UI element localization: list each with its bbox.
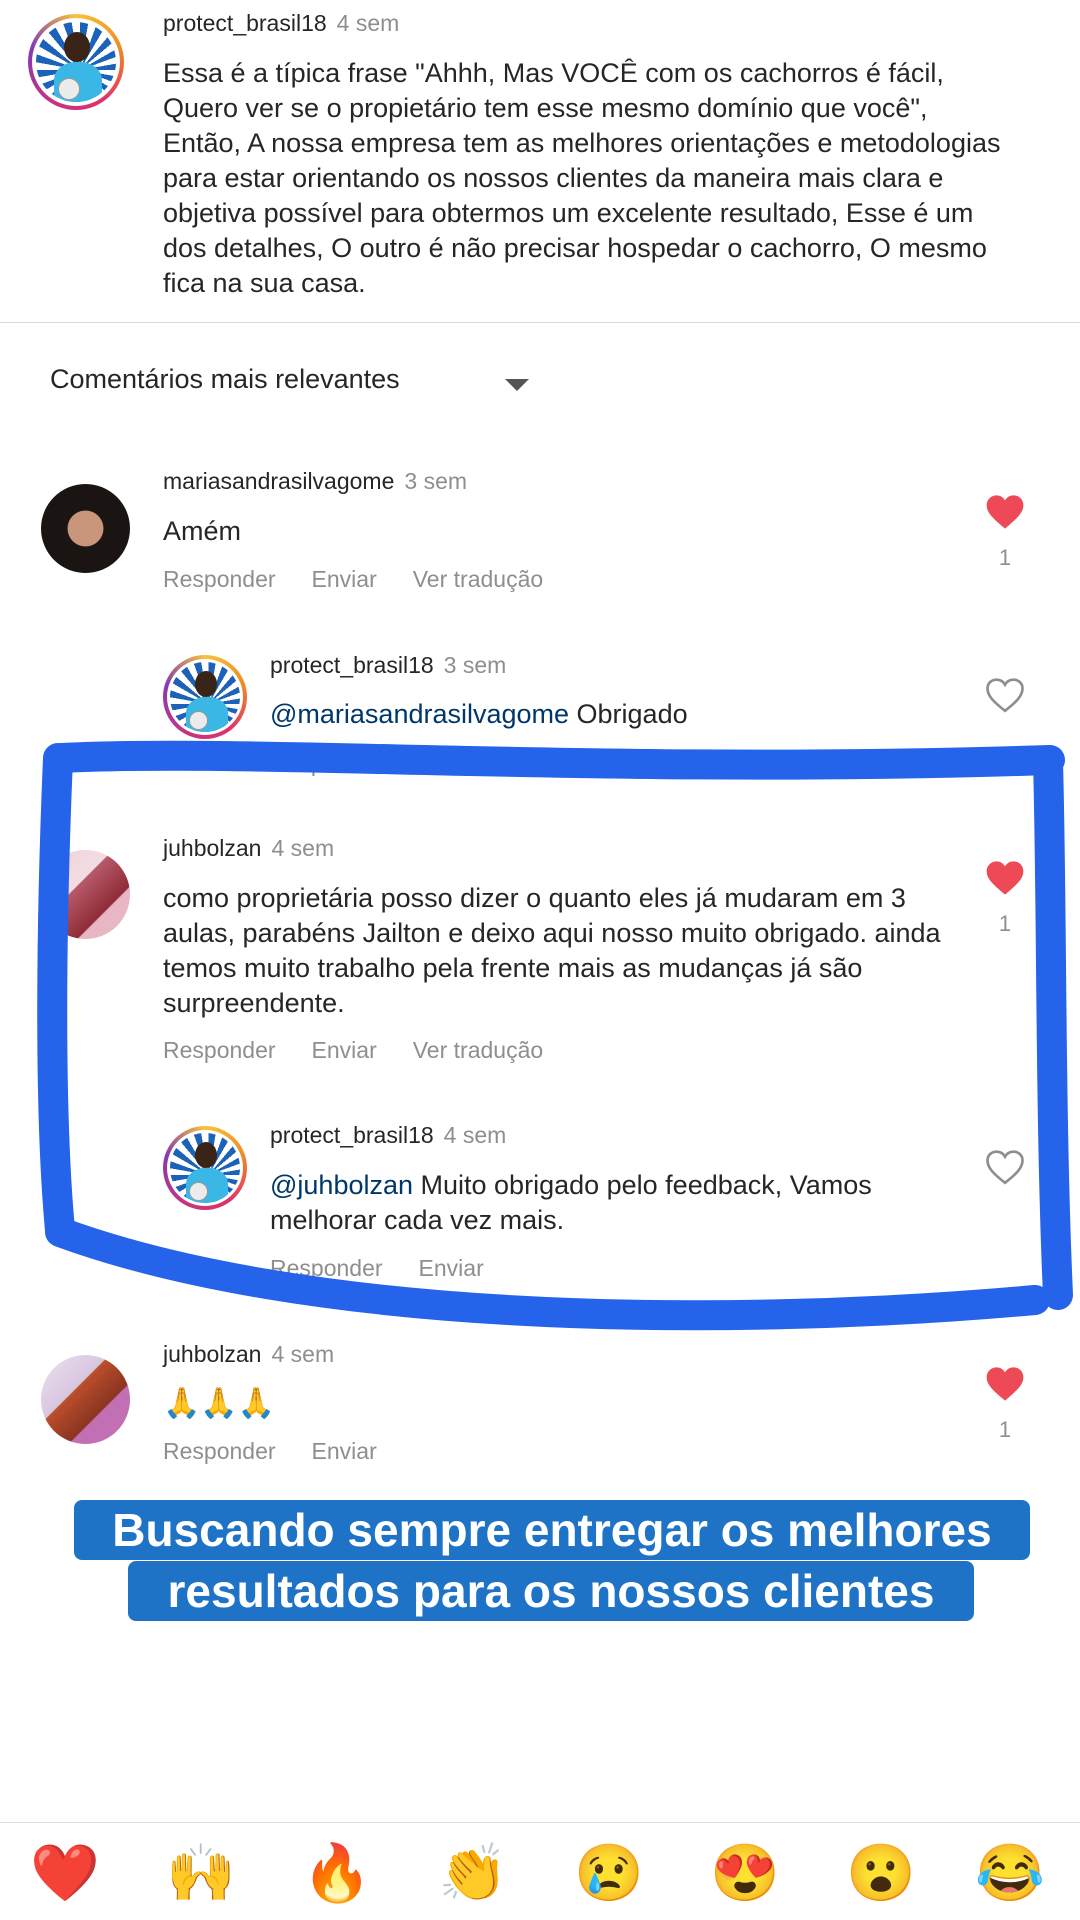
heart-filled-icon[interactable] bbox=[985, 1365, 1025, 1403]
comment-username[interactable]: juhbolzan bbox=[163, 1341, 261, 1367]
surprised-face-emoji[interactable]: 😮 bbox=[846, 1841, 916, 1905]
banner-line-2: resultados para os nossos clientes bbox=[128, 1561, 974, 1621]
heart-eyes-emoji[interactable]: 😍 bbox=[710, 1841, 780, 1905]
comment-username[interactable]: juhbolzan bbox=[163, 835, 261, 861]
tears-of-joy-emoji[interactable]: 😂 bbox=[975, 1841, 1045, 1905]
heart-outline-icon[interactable] bbox=[985, 676, 1025, 714]
send-button[interactable]: Enviar bbox=[312, 566, 377, 592]
mention-link[interactable]: @juhbolzan bbox=[270, 1170, 413, 1200]
comment-username[interactable]: mariasandrasilvagome bbox=[163, 468, 394, 494]
emoji-reaction-bar: ❤️ 🙌 🔥 👏 😢 😍 😮 😂 bbox=[0, 1822, 1080, 1920]
comment-time: 3 sem bbox=[404, 468, 468, 494]
banner-line-1: Buscando sempre entregar os melhores bbox=[74, 1500, 1030, 1560]
comment-time: 4 sem bbox=[271, 835, 335, 861]
avatar[interactable] bbox=[41, 1355, 130, 1444]
reply-button[interactable]: Responder bbox=[163, 566, 276, 592]
like-count: 1 bbox=[998, 545, 1012, 570]
avatar[interactable] bbox=[170, 662, 240, 732]
comment-username[interactable]: protect_brasil18 bbox=[270, 1122, 434, 1148]
reply-button[interactable]: Responder bbox=[270, 1255, 383, 1281]
comment-text: como proprietária posso dizer o quanto e… bbox=[163, 883, 941, 1018]
caption-time: 4 sem bbox=[336, 10, 400, 36]
heart-filled-icon[interactable] bbox=[985, 493, 1025, 531]
see-translation-button[interactable]: Ver tradução bbox=[413, 1037, 543, 1063]
comment-time: 4 sem bbox=[443, 1122, 507, 1148]
reply-button[interactable]: Responder bbox=[270, 750, 383, 776]
avatar[interactable] bbox=[170, 1133, 240, 1203]
sort-label: Comentários mais relevantes bbox=[50, 364, 400, 394]
comment-time: 3 sem bbox=[443, 652, 507, 678]
comment-text: 🙏🙏🙏 bbox=[163, 1387, 276, 1420]
caption-username[interactable]: protect_brasil18 bbox=[163, 10, 327, 36]
like-count: 1 bbox=[998, 911, 1012, 936]
raising-hands-emoji[interactable]: 🙌 bbox=[166, 1841, 236, 1905]
send-button[interactable]: Enviar bbox=[312, 1438, 377, 1464]
send-button[interactable]: Enviar bbox=[312, 1037, 377, 1063]
caret-down-icon[interactable] bbox=[505, 379, 529, 391]
comment-text: Amém bbox=[163, 516, 242, 546]
fire-emoji[interactable]: 🔥 bbox=[302, 1841, 372, 1905]
heart-emoji[interactable]: ❤️ bbox=[30, 1841, 100, 1905]
mention-link[interactable]: @mariasandrasilvagome bbox=[270, 699, 569, 729]
avatar[interactable] bbox=[36, 22, 116, 102]
reply-button[interactable]: Responder bbox=[163, 1037, 276, 1063]
see-translation-button[interactable]: Ver tradução bbox=[413, 566, 543, 592]
send-button[interactable]: Enviar bbox=[419, 750, 484, 776]
like-count: 1 bbox=[998, 1417, 1012, 1442]
comment-username[interactable]: protect_brasil18 bbox=[270, 652, 434, 678]
caption-text: Essa é a típica frase "Ahhh, Mas VOCÊ co… bbox=[163, 58, 1001, 298]
sort-dropdown[interactable]: Comentários mais relevantes bbox=[50, 364, 540, 404]
avatar[interactable] bbox=[41, 850, 130, 939]
crying-face-emoji[interactable]: 😢 bbox=[574, 1841, 644, 1905]
heart-filled-icon[interactable] bbox=[985, 859, 1025, 897]
divider bbox=[0, 322, 1080, 323]
comment-time: 4 sem bbox=[271, 1341, 335, 1367]
comment-text: Obrigado bbox=[569, 699, 688, 729]
send-button[interactable]: Enviar bbox=[419, 1255, 484, 1281]
clapping-hands-emoji[interactable]: 👏 bbox=[438, 1841, 508, 1905]
heart-outline-icon[interactable] bbox=[985, 1148, 1025, 1186]
reply-button[interactable]: Responder bbox=[163, 1438, 276, 1464]
avatar[interactable] bbox=[41, 484, 130, 573]
